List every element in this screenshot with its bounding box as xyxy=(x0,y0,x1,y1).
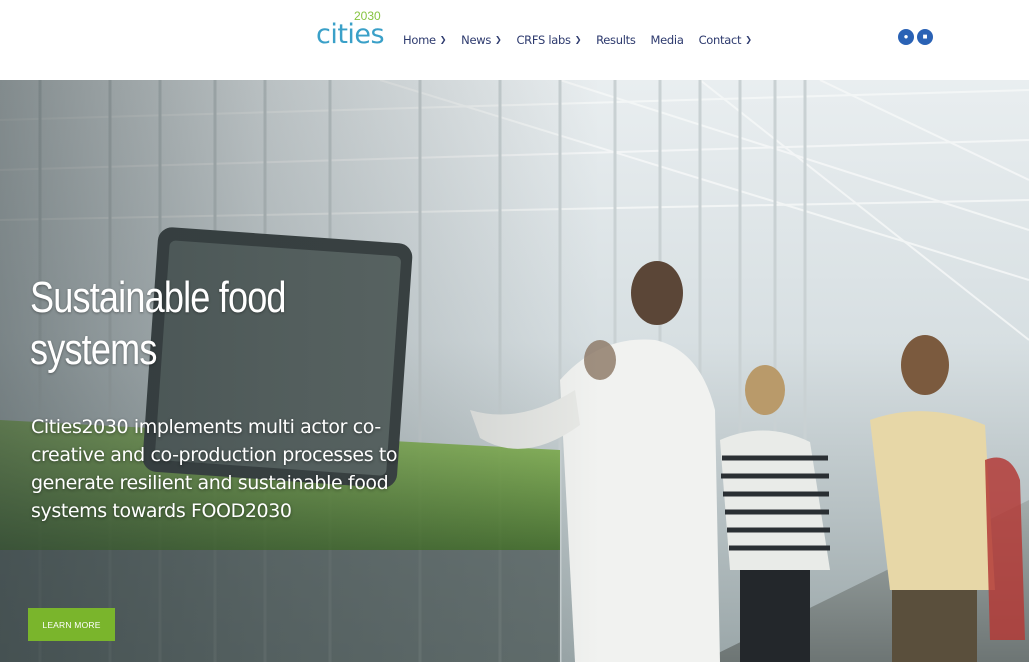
social-links: ● ■ xyxy=(898,29,936,45)
circle-social-icon[interactable]: ● xyxy=(898,29,914,45)
nav-item-label: News xyxy=(461,33,492,47)
hero-banner: Sustainable food systems Cities2030 impl… xyxy=(0,80,1029,662)
nav-item-media[interactable]: Media xyxy=(651,33,684,47)
hero-title-line-1: Sustainable food xyxy=(30,273,287,322)
nav-item-label: Results xyxy=(596,33,636,47)
logo-year: 2030 xyxy=(354,9,381,23)
logo-wordmark: cities xyxy=(316,19,385,50)
site-header: cities 2030 Home ❯ News ❯ CRFS labs ❯ Re… xyxy=(0,0,1029,80)
nav-item-label: Media xyxy=(650,33,684,47)
chevron-down-icon: ❯ xyxy=(495,34,502,44)
nav-item-home[interactable]: Home ❯ xyxy=(403,33,446,47)
main-nav: Home ❯ News ❯ CRFS labs ❯ Results Media … xyxy=(403,30,752,50)
chevron-down-icon: ❯ xyxy=(439,34,447,44)
nav-item-label: Home xyxy=(403,33,436,47)
nav-item-crfs-labs[interactable]: CRFS labs ❯ xyxy=(516,33,581,47)
learn-more-button[interactable]: LEARN MORE xyxy=(28,608,115,641)
chevron-down-icon: ❯ xyxy=(745,34,752,44)
nav-item-results[interactable]: Results xyxy=(596,33,636,47)
chevron-down-icon: ❯ xyxy=(574,34,582,44)
square-social-icon[interactable]: ■ xyxy=(917,29,933,45)
nav-item-contact[interactable]: Contact ❯ xyxy=(699,33,752,47)
learn-more-label: LEARN MORE xyxy=(42,619,101,630)
nav-item-label: CRFS labs xyxy=(516,33,571,47)
hero-description: Cities2030 implements multi actor co-cre… xyxy=(31,416,398,522)
nav-item-label: Contact xyxy=(698,33,742,47)
hero-title-line-2: systems xyxy=(30,325,157,374)
nav-item-news[interactable]: News ❯ xyxy=(461,33,502,47)
hero-title: Sustainable food systems xyxy=(30,272,342,376)
cities2030-logo[interactable]: cities 2030 xyxy=(316,10,388,50)
